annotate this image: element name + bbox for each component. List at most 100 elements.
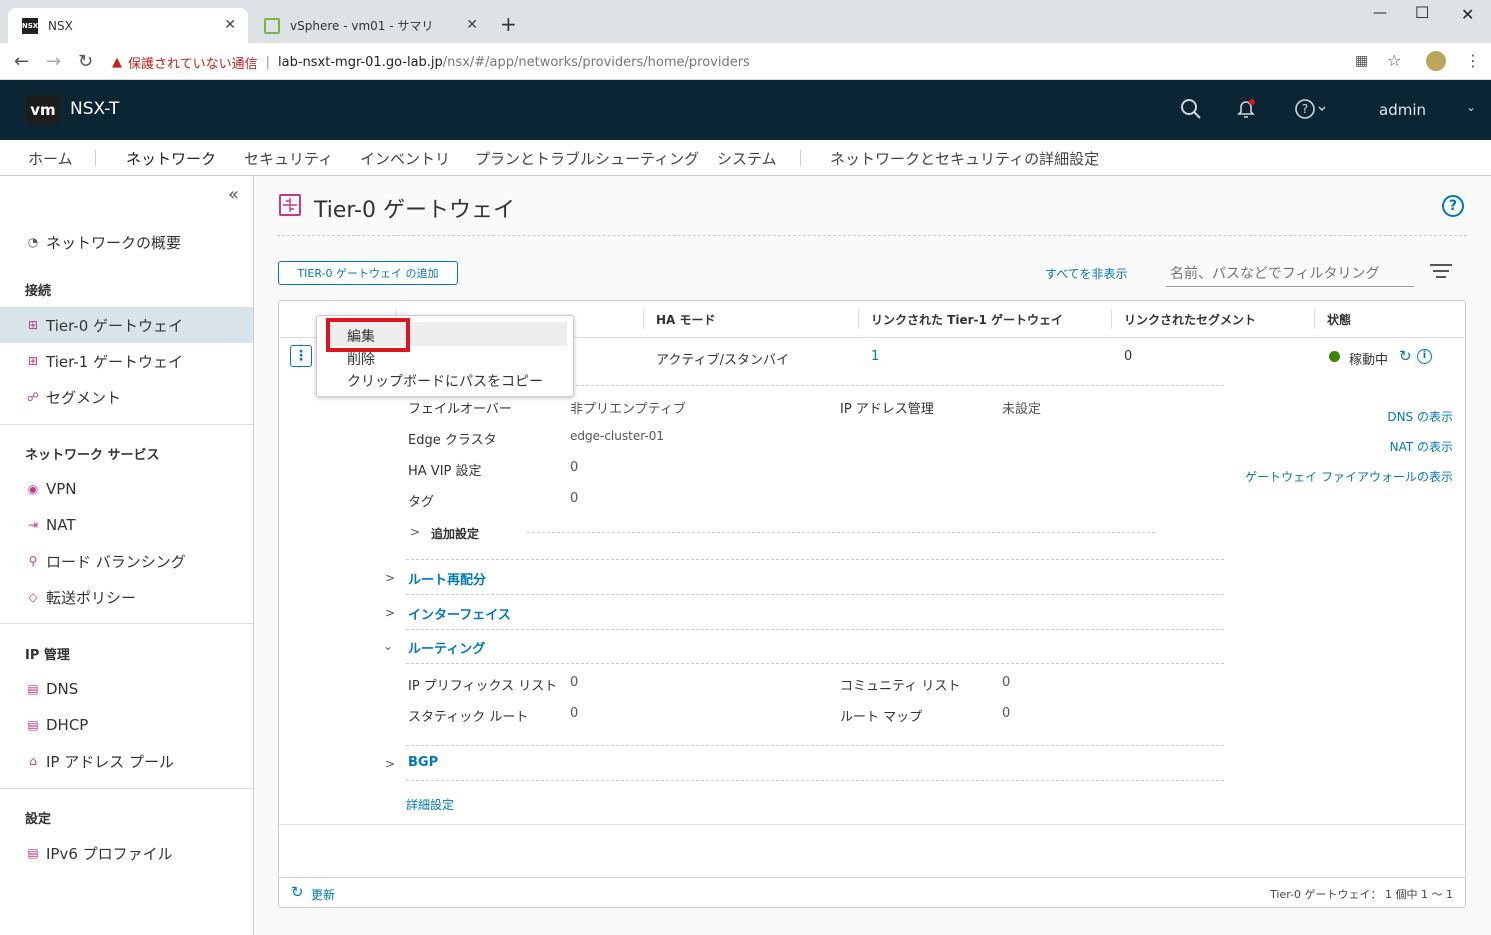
sidebar-item-dhcp[interactable]: ▤ DHCP [0, 707, 253, 743]
browser-tab-nsx[interactable]: NSX NSX ✕ [8, 8, 248, 43]
nav-system[interactable]: システム [717, 148, 777, 177]
dns-icon: ▤ [27, 682, 39, 696]
browser-menu-icon[interactable]: ⋮ [1465, 51, 1481, 70]
ipam-label: IP アドレス管理 [840, 402, 934, 417]
notification-bell-icon[interactable] [1235, 98, 1257, 125]
back-icon[interactable]: ← [14, 51, 29, 72]
collapse-sidebar-icon[interactable]: « [228, 184, 239, 205]
chevron-right-icon[interactable]: > [410, 525, 420, 539]
row-actions-kebab-icon[interactable]: ⋮ [290, 345, 312, 367]
sidebar-item-label: セグメント [46, 388, 122, 407]
translate-icon[interactable]: ▦ [1355, 53, 1368, 69]
sidebar-item-nat[interactable]: ⇥ NAT [0, 507, 253, 543]
section-divider [527, 532, 1155, 533]
sidebar-item-vpn[interactable]: ◉ VPN [0, 471, 253, 507]
forward-icon[interactable]: → [46, 51, 61, 72]
bookmark-star-icon[interactable]: ☆ [1387, 51, 1401, 70]
column-header-ha-mode[interactable]: HA モード [656, 311, 716, 328]
nav-plan-troubleshoot[interactable]: プランとトラブルシューティング [475, 148, 699, 177]
browser-tab-title: NSX [48, 18, 73, 33]
sidebar-item-dns[interactable]: ▤ DNS [0, 671, 253, 707]
sidebar-item-tier1[interactable]: ⊞ Tier-1 ゲートウェイ [0, 343, 253, 379]
close-tab-icon[interactable]: ✕ [224, 17, 236, 33]
chevron-down-icon[interactable]: ⌄ [1466, 100, 1476, 114]
profile-avatar[interactable] [1426, 51, 1446, 71]
refresh-button[interactable]: 更新 [311, 886, 335, 903]
sidebar-item-tier0[interactable]: ⊞ Tier-0 ゲートウェイ [0, 307, 253, 343]
column-header-linked-segments[interactable]: リンクされたセグメント [1124, 311, 1256, 328]
refresh-icon[interactable]: ↻ [291, 883, 304, 901]
bgp-toggle[interactable]: BGP [408, 755, 438, 770]
close-window-icon[interactable]: ✕ [1461, 5, 1474, 24]
ha-vip-label: HA VIP 設定 [408, 464, 482, 479]
community-list-value[interactable]: 0 [1002, 675, 1010, 690]
column-header-status[interactable]: 状態 [1327, 311, 1351, 328]
sidebar-divider [0, 623, 253, 624]
add-tier0-gateway-button[interactable]: TIER-0 ゲートウェイ の追加 [278, 261, 458, 285]
pagination-count: Tier-0 ゲートウェイ： 1 個中 1 ～ 1 [1270, 888, 1453, 901]
prefix-list-value[interactable]: 0 [570, 675, 578, 690]
sidebar-item-label: ネットワークの概要 [46, 233, 182, 252]
route-redistribution-toggle[interactable]: ルート再配分 [408, 569, 486, 588]
show-nat-link[interactable]: NAT の表示 [1329, 438, 1453, 455]
sidebar-item-label: 転送ポリシー [46, 588, 137, 607]
nav-inventory[interactable]: インベントリ [360, 148, 450, 177]
search-icon[interactable] [1180, 98, 1202, 125]
route-map-value[interactable]: 0 [1002, 706, 1010, 721]
close-tab-icon[interactable]: ✕ [466, 17, 478, 33]
sidebar-item-label: Tier-0 ゲートウェイ [46, 316, 184, 335]
edge-cluster-value: edge-cluster-01 [570, 429, 664, 443]
chevron-right-icon[interactable]: > [385, 757, 395, 771]
edge-cluster-label: Edge クラスタ [408, 433, 497, 448]
url-field[interactable]: ▲ 保護されていない通信 | lab-nsxt-mgr-01.go-lab.jp… [112, 48, 1412, 76]
additional-settings-toggle[interactable]: 追加設定 [431, 525, 479, 542]
maximize-icon[interactable]: ☐ [1415, 3, 1429, 22]
sidebar-item-load-balancing[interactable]: ⚲ ロード バランシング [0, 543, 253, 579]
help-icon[interactable]: ? [1442, 195, 1464, 217]
reload-icon[interactable]: ↻ [78, 51, 93, 72]
advanced-settings-link[interactable]: 詳細設定 [406, 796, 454, 813]
cell-linked-tier1-link[interactable]: 1 [871, 349, 879, 364]
browser-tab-vsphere[interactable]: vSphere - vm01 - サマリ ✕ [250, 8, 490, 43]
cell-ha-mode: アクティブ/スタンバイ [656, 353, 789, 368]
nav-home[interactable]: ホーム [28, 148, 73, 177]
new-tab-icon[interactable]: + [500, 12, 517, 36]
segment-icon: ☍ [26, 390, 40, 404]
minimize-icon[interactable]: — [1373, 5, 1387, 21]
url-path: /nsx/#/app/networks/providers/home/provi… [442, 54, 750, 70]
sidebar-item-overview[interactable]: ◔ ネットワークの概要 [0, 224, 253, 260]
column-divider [858, 309, 859, 329]
routing-toggle[interactable]: ルーティング [408, 638, 485, 657]
cell-status: 稼動中 [1349, 353, 1389, 368]
user-menu[interactable]: admin [1379, 101, 1426, 119]
filter-options-icon[interactable] [1430, 264, 1452, 278]
menu-item-copy-path[interactable]: クリップボードにパスをコピー [347, 371, 543, 391]
sidebar-item-segment[interactable]: ☍ セグメント [0, 379, 253, 415]
row-bottom-divider [279, 824, 1465, 825]
chevron-right-icon[interactable]: > [385, 606, 395, 620]
help-menu-icon[interactable]: ? [1294, 98, 1328, 125]
nav-advanced[interactable]: ネットワークとセキュリティの詳細設定 [830, 148, 1099, 177]
show-dns-link[interactable]: DNS の表示 [1329, 408, 1453, 425]
sidebar-item-ip-pool[interactable]: ⌂ IP アドレス プール [0, 743, 253, 779]
filter-input[interactable] [1166, 261, 1414, 287]
info-icon[interactable]: i [1417, 349, 1432, 364]
dashboard-icon: ◔ [27, 235, 39, 249]
nav-security[interactable]: セキュリティ [244, 148, 333, 177]
menu-item-delete[interactable]: 削除 [347, 349, 375, 369]
column-header-linked-tier1[interactable]: リンクされた Tier-1 ゲートウェイ [871, 311, 1063, 328]
column-divider [1314, 309, 1315, 329]
chevron-down-icon[interactable]: ⌄ [383, 639, 393, 653]
section-divider [406, 780, 1224, 781]
interfaces-toggle[interactable]: インターフェイス [408, 604, 511, 623]
collapse-all-link[interactable]: すべてを非表示 [1045, 265, 1127, 282]
refresh-status-icon[interactable]: ↻ [1399, 347, 1412, 365]
chevron-right-icon[interactable]: > [385, 571, 395, 585]
sidebar-item-forwarding-policy[interactable]: ◇ 転送ポリシー [0, 579, 253, 615]
sidebar-item-ipv6-profile[interactable]: ▤ IPv6 プロファイル [0, 835, 253, 871]
static-route-value[interactable]: 0 [570, 706, 578, 721]
show-gateway-firewall-link[interactable]: ゲートウェイ ファイアウォールの表示 [1219, 468, 1453, 485]
column-divider [643, 309, 644, 329]
sidebar-divider [0, 788, 253, 789]
nav-divider [95, 150, 96, 166]
